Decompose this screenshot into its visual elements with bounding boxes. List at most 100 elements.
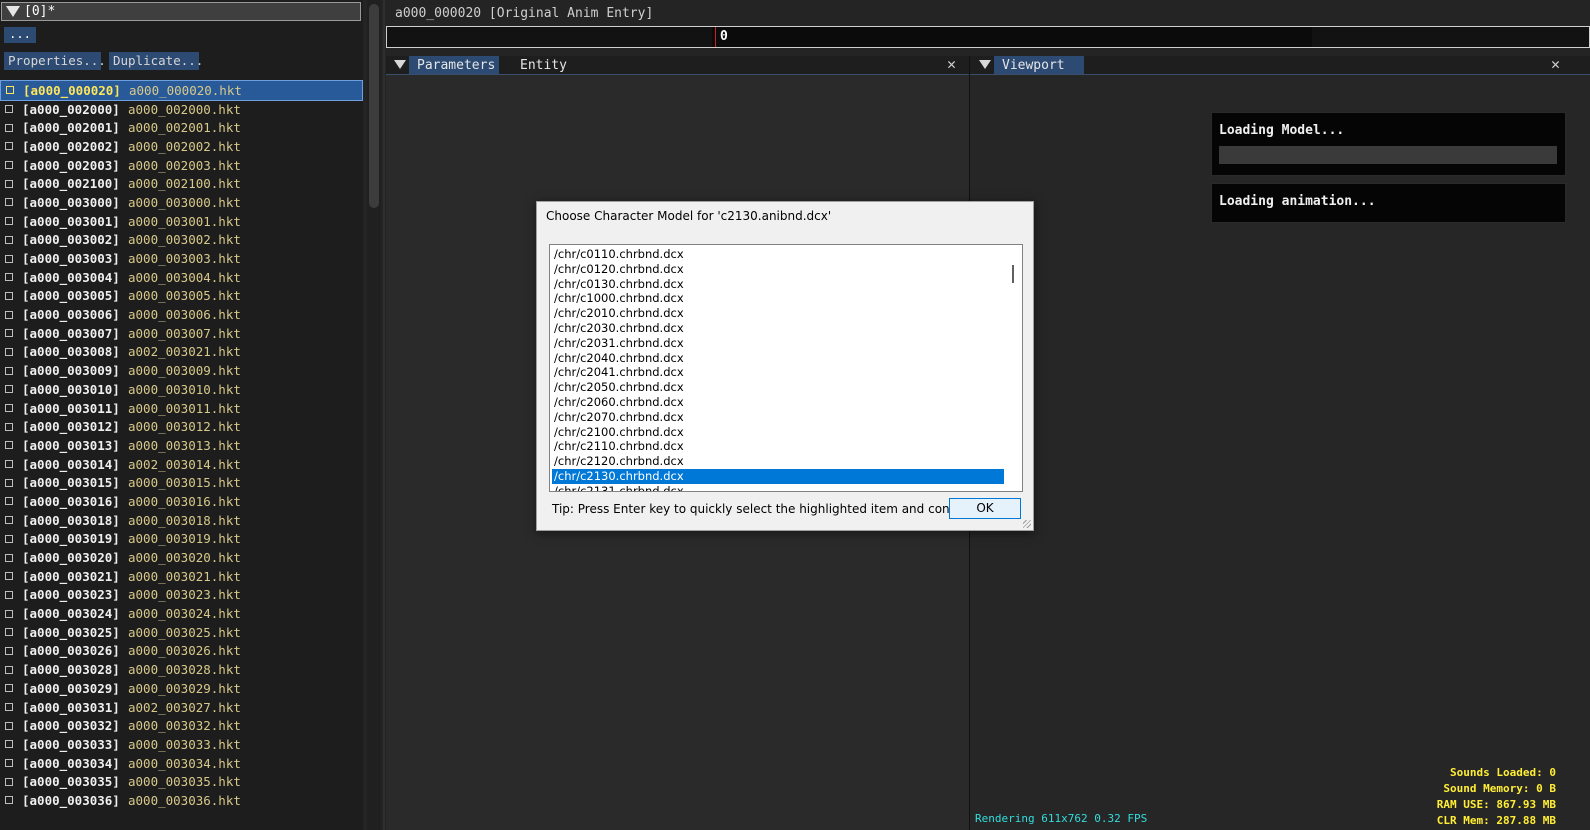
animation-list-item[interactable]: [a000_002001] a000_002001.hkt: [0, 118, 363, 137]
checkbox-icon[interactable]: [5, 179, 13, 188]
model-list-item[interactable]: /chr/c2050.chrbnd.dcx: [552, 380, 1004, 395]
model-list-item[interactable]: /chr/c2110.chrbnd.dcx: [552, 439, 1004, 454]
checkbox-icon[interactable]: [5, 123, 13, 132]
animation-list-item[interactable]: [a000_002003] a000_002003.hkt: [0, 156, 363, 175]
animation-list-item[interactable]: [a000_003019] a000_003019.hkt: [0, 530, 363, 549]
model-list-item[interactable]: /chr/c2100.chrbnd.dcx: [552, 425, 1004, 440]
collapse-triangle-icon[interactable]: [6, 6, 20, 17]
tab-entity[interactable]: Entity: [512, 56, 582, 74]
checkbox-icon[interactable]: [5, 254, 13, 263]
animation-list-item[interactable]: [a000_003026] a000_003026.hkt: [0, 642, 363, 661]
close-viewport-icon[interactable]: ✕: [1551, 57, 1560, 72]
tab-viewport[interactable]: Viewport: [994, 56, 1084, 74]
listbox-scrollbar[interactable]: [1006, 247, 1020, 489]
animation-list-item[interactable]: [a000_003035] a000_003035.hkt: [0, 772, 363, 791]
animation-list-item[interactable]: [a000_003004] a000_003004.hkt: [0, 268, 363, 287]
animation-list-item[interactable]: [a000_003031] a002_003027.hkt: [0, 698, 363, 717]
checkbox-icon[interactable]: [5, 703, 13, 712]
animation-list-item[interactable]: [a000_003016] a000_003016.hkt: [0, 492, 363, 511]
timeline-track[interactable]: [712, 27, 1312, 47]
model-list-item[interactable]: /chr/c2040.chrbnd.dcx: [552, 351, 1004, 366]
animation-list-item[interactable]: [a000_003028] a000_003028.hkt: [0, 660, 363, 679]
animation-list-item[interactable]: [a000_003009] a000_003009.hkt: [0, 361, 363, 380]
model-list-item[interactable]: /chr/c2041.chrbnd.dcx: [552, 365, 1004, 380]
checkbox-icon[interactable]: [6, 86, 14, 95]
animation-list-item[interactable]: [a000_003025] a000_003025.hkt: [0, 623, 363, 642]
timeline-bar[interactable]: 0: [386, 26, 1590, 48]
model-list-item[interactable]: /chr/c2030.chrbnd.dcx: [552, 321, 1004, 336]
animation-list-item[interactable]: [a000_003014] a002_003014.hkt: [0, 455, 363, 474]
checkbox-icon[interactable]: [5, 441, 13, 450]
checkbox-icon[interactable]: [5, 142, 13, 151]
close-params-icon[interactable]: ✕: [947, 57, 956, 72]
model-list-item[interactable]: /chr/c2060.chrbnd.dcx: [552, 395, 1004, 410]
model-list-item[interactable]: /chr/c2131.chrbnd.dcx: [552, 484, 1004, 491]
checkbox-icon[interactable]: [5, 628, 13, 637]
animation-list-item[interactable]: [a000_003034] a000_003034.hkt: [0, 754, 363, 773]
tab-parameters[interactable]: Parameters: [409, 56, 499, 74]
tab-menu-triangle-icon[interactable]: [394, 60, 406, 69]
animation-list-item[interactable]: [a000_003005] a000_003005.hkt: [0, 287, 363, 306]
anim-category-header[interactable]: [0]*: [1, 2, 361, 21]
model-list-item[interactable]: /chr/c0120.chrbnd.dcx: [552, 262, 1004, 277]
checkbox-icon[interactable]: [5, 422, 13, 431]
checkbox-icon[interactable]: [5, 105, 13, 114]
checkbox-icon[interactable]: [5, 198, 13, 207]
animation-list-item[interactable]: [a000_002100] a000_002100.hkt: [0, 174, 363, 193]
checkbox-icon[interactable]: [5, 646, 13, 655]
animation-list-item[interactable]: [a000_003008] a002_003021.hkt: [0, 343, 363, 362]
animation-list-item[interactable]: [a000_003015] a000_003015.hkt: [0, 473, 363, 492]
checkbox-icon[interactable]: [5, 497, 13, 506]
checkbox-icon[interactable]: [5, 609, 13, 618]
animation-list-item[interactable]: [a000_003013] a000_003013.hkt: [0, 436, 363, 455]
animation-list-item[interactable]: [a000_003029] a000_003029.hkt: [0, 679, 363, 698]
checkbox-icon[interactable]: [5, 759, 13, 768]
checkbox-icon[interactable]: [5, 572, 13, 581]
ok-button[interactable]: OK: [949, 498, 1021, 519]
animation-list-item[interactable]: [a000_002002] a000_002002.hkt: [0, 137, 363, 156]
checkbox-icon[interactable]: [5, 366, 13, 375]
model-list-item[interactable]: /chr/c1000.chrbnd.dcx: [552, 291, 1004, 306]
animation-list-item[interactable]: [a000_003000] a000_003000.hkt: [0, 193, 363, 212]
panel-divider[interactable]: [383, 0, 385, 830]
timeline-playhead[interactable]: [715, 27, 716, 47]
checkbox-icon[interactable]: [5, 777, 13, 786]
animation-list-item[interactable]: [a000_003012] a000_003012.hkt: [0, 417, 363, 436]
checkbox-icon[interactable]: [5, 534, 13, 543]
animation-list-scrollbar[interactable]: [367, 0, 381, 830]
viewport-tab-menu-triangle-icon[interactable]: [979, 60, 991, 69]
checkbox-icon[interactable]: [5, 310, 13, 319]
listbox-scroll-thumb[interactable]: [1012, 265, 1014, 283]
checkbox-icon[interactable]: [5, 721, 13, 730]
checkbox-icon[interactable]: [5, 796, 13, 805]
animation-list-item[interactable]: [a000_000020] a000_000020.hkt: [0, 80, 363, 101]
checkbox-icon[interactable]: [5, 161, 13, 170]
animation-list-item[interactable]: [a000_003001] a000_003001.hkt: [0, 212, 363, 231]
model-list-item[interactable]: /chr/c0130.chrbnd.dcx: [552, 277, 1004, 292]
duplicate-button[interactable]: Duplicate...: [109, 52, 203, 70]
checkbox-icon[interactable]: [5, 740, 13, 749]
checkbox-icon[interactable]: [5, 291, 13, 300]
checkbox-icon[interactable]: [5, 235, 13, 244]
checkbox-icon[interactable]: [5, 460, 13, 469]
model-list-item[interactable]: /chr/c2070.chrbnd.dcx: [552, 410, 1004, 425]
animation-list-item[interactable]: [a000_003033] a000_003033.hkt: [0, 735, 363, 754]
animation-list-item[interactable]: [a000_003002] a000_003002.hkt: [0, 231, 363, 250]
animation-list-item[interactable]: [a000_003036] a000_003036.hkt: [0, 791, 363, 810]
animation-list-item[interactable]: [a000_003006] a000_003006.hkt: [0, 305, 363, 324]
checkbox-icon[interactable]: [5, 590, 13, 599]
animation-list-item[interactable]: [a000_003011] a000_003011.hkt: [0, 399, 363, 418]
model-list-item[interactable]: /chr/c2010.chrbnd.dcx: [552, 306, 1004, 321]
model-list-item[interactable]: /chr/c2120.chrbnd.dcx: [552, 454, 1004, 469]
animation-list-item[interactable]: [a000_003003] a000_003003.hkt: [0, 249, 363, 268]
model-list-item[interactable]: /chr/c2130.chrbnd.dcx: [552, 469, 1004, 484]
animation-list-item[interactable]: [a000_003020] a000_003020.hkt: [0, 548, 363, 567]
animation-list-item[interactable]: [a000_003018] a000_003018.hkt: [0, 511, 363, 530]
resize-grip-icon[interactable]: [1023, 520, 1031, 528]
checkbox-icon[interactable]: [5, 385, 13, 394]
checkbox-icon[interactable]: [5, 553, 13, 562]
properties-button[interactable]: Properties...: [4, 52, 106, 70]
checkbox-icon[interactable]: [5, 273, 13, 282]
checkbox-icon[interactable]: [5, 684, 13, 693]
animation-list-item[interactable]: [a000_003007] a000_003007.hkt: [0, 324, 363, 343]
